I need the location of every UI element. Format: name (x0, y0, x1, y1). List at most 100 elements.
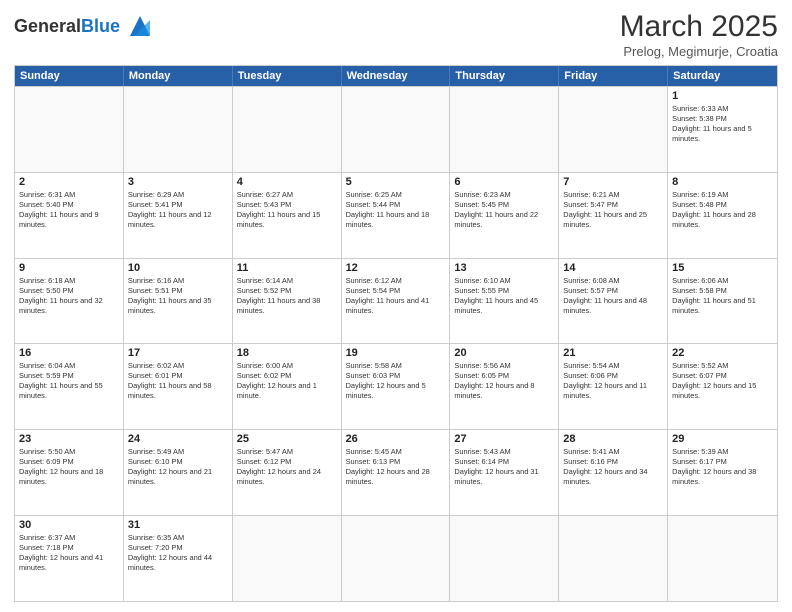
cal-cell: 5Sunrise: 6:25 AM Sunset: 5:44 PM Daylig… (342, 173, 451, 258)
calendar-body: 1 Sunrise: 6:33 AM Sunset: 5:38 PM Daylig… (15, 86, 777, 601)
month-year: March 2025 (620, 10, 778, 44)
sun-info: Sunrise: 6:21 AM Sunset: 5:47 PM Dayligh… (563, 190, 663, 230)
calendar-header: Sunday Monday Tuesday Wednesday Thursday… (15, 66, 777, 86)
day-number: 9 (19, 262, 119, 274)
day-number: 29 (672, 433, 773, 445)
sun-info: Sunrise: 5:56 AM Sunset: 6:05 PM Dayligh… (454, 361, 554, 401)
sun-info: Sunrise: 6:35 AM Sunset: 7:20 PM Dayligh… (128, 533, 228, 573)
cal-cell: 17 Sunrise: 6:02 AM Sunset: 6:01 PM Dayli… (124, 344, 233, 429)
cal-row-3: 16 Sunrise: 6:04 AM Sunset: 5:59 PM Dayli… (15, 343, 777, 429)
cal-cell (233, 87, 342, 172)
cal-cell: 22 Sunrise: 5:52 AM Sunset: 6:07 PM Dayli… (668, 344, 777, 429)
day-number: 19 (346, 347, 446, 359)
sun-info: Sunrise: 5:41 AM Sunset: 6:16 PM Dayligh… (563, 447, 663, 487)
sun-info: Sunrise: 5:54 AM Sunset: 6:06 PM Dayligh… (563, 361, 663, 401)
sun-info: Sunrise: 5:45 AM Sunset: 6:13 PM Dayligh… (346, 447, 446, 487)
cal-cell (450, 516, 559, 601)
day-number: 13 (454, 262, 554, 274)
cal-cell: 3Sunrise: 6:29 AM Sunset: 5:41 PM Daylig… (124, 173, 233, 258)
day-number: 1 (672, 90, 773, 102)
cal-row-0: 1 Sunrise: 6:33 AM Sunset: 5:38 PM Daylig… (15, 86, 777, 172)
sun-info: Sunrise: 6:37 AM Sunset: 7:18 PM Dayligh… (19, 533, 119, 573)
day-number: 23 (19, 433, 119, 445)
cal-cell: 7 Sunrise: 6:21 AM Sunset: 5:47 PM Daylig… (559, 173, 668, 258)
cal-cell: 6Sunrise: 6:23 AM Sunset: 5:45 PM Daylig… (450, 173, 559, 258)
header-sunday: Sunday (15, 66, 124, 86)
day-number: 17 (128, 347, 228, 359)
cal-cell: 4Sunrise: 6:27 AM Sunset: 5:43 PM Daylig… (233, 173, 342, 258)
day-number: 25 (237, 433, 337, 445)
cal-row-2: 9 Sunrise: 6:18 AM Sunset: 5:50 PM Daylig… (15, 258, 777, 344)
day-number: 11 (237, 262, 337, 274)
header-tuesday: Tuesday (233, 66, 342, 86)
header-monday: Monday (124, 66, 233, 86)
sun-info: Sunrise: 5:52 AM Sunset: 6:07 PM Dayligh… (672, 361, 773, 401)
sun-info: Sunrise: 6:10 AM Sunset: 5:55 PM Dayligh… (454, 276, 554, 316)
cal-cell (342, 516, 451, 601)
location: Prelog, Megimurje, Croatia (620, 44, 778, 59)
day-number: 26 (346, 433, 446, 445)
day-number: 28 (563, 433, 663, 445)
sun-info: Sunrise: 6:19 AM Sunset: 5:48 PM Dayligh… (672, 190, 773, 230)
cal-cell: 10Sunrise: 6:16 AM Sunset: 5:51 PM Dayli… (124, 259, 233, 344)
cal-cell: 25Sunrise: 5:47 AM Sunset: 6:12 PM Dayli… (233, 430, 342, 515)
cal-cell: 28 Sunrise: 5:41 AM Sunset: 6:16 PM Dayli… (559, 430, 668, 515)
cal-cell (233, 516, 342, 601)
day-number: 18 (237, 347, 337, 359)
logo-icon (124, 10, 156, 42)
sun-info: Sunrise: 6:16 AM Sunset: 5:51 PM Dayligh… (128, 276, 228, 316)
sun-info: Sunrise: 5:58 AM Sunset: 6:03 PM Dayligh… (346, 361, 446, 401)
day-number: 7 (563, 176, 663, 188)
cal-cell: 21 Sunrise: 5:54 AM Sunset: 6:06 PM Dayli… (559, 344, 668, 429)
sun-info: Sunrise: 6:12 AM Sunset: 5:54 PM Dayligh… (346, 276, 446, 316)
day-number: 21 (563, 347, 663, 359)
cal-cell: 29 Sunrise: 5:39 AM Sunset: 6:17 PM Dayli… (668, 430, 777, 515)
sun-info: Sunrise: 6:27 AM Sunset: 5:43 PM Dayligh… (237, 190, 337, 230)
logo-text: GeneralBlue (14, 17, 120, 36)
cal-row-5: 30 Sunrise: 6:37 AM Sunset: 7:18 PM Dayli… (15, 515, 777, 601)
sun-info: Sunrise: 6:31 AM Sunset: 5:40 PM Dayligh… (19, 190, 119, 230)
cal-cell (668, 516, 777, 601)
cal-cell: 15Sunrise: 6:06 AM Sunset: 5:58 PM Dayli… (668, 259, 777, 344)
day-number: 27 (454, 433, 554, 445)
day-number: 12 (346, 262, 446, 274)
logo: GeneralBlue (14, 10, 156, 42)
cal-cell (559, 87, 668, 172)
day-number: 22 (672, 347, 773, 359)
cal-cell: 9 Sunrise: 6:18 AM Sunset: 5:50 PM Daylig… (15, 259, 124, 344)
cal-cell: 27Sunrise: 5:43 AM Sunset: 6:14 PM Dayli… (450, 430, 559, 515)
day-number: 31 (128, 519, 228, 531)
sun-info: Sunrise: 6:33 AM Sunset: 5:38 PM Dayligh… (672, 104, 773, 144)
sun-info: Sunrise: 5:39 AM Sunset: 6:17 PM Dayligh… (672, 447, 773, 487)
day-number: 8 (672, 176, 773, 188)
calendar: Sunday Monday Tuesday Wednesday Thursday… (14, 65, 778, 602)
header: GeneralBlue March 2025 Prelog, Megimurje… (14, 10, 778, 59)
day-number: 3 (128, 176, 228, 188)
cal-cell: 31 Sunrise: 6:35 AM Sunset: 7:20 PM Dayli… (124, 516, 233, 601)
cal-cell (15, 87, 124, 172)
header-wednesday: Wednesday (342, 66, 451, 86)
cal-row-1: 2 Sunrise: 6:31 AM Sunset: 5:40 PM Daylig… (15, 172, 777, 258)
sun-info: Sunrise: 6:00 AM Sunset: 6:02 PM Dayligh… (237, 361, 337, 401)
day-number: 15 (672, 262, 773, 274)
cal-cell: 11Sunrise: 6:14 AM Sunset: 5:52 PM Dayli… (233, 259, 342, 344)
cal-cell (559, 516, 668, 601)
header-friday: Friday (559, 66, 668, 86)
day-number: 2 (19, 176, 119, 188)
cal-cell: 8 Sunrise: 6:19 AM Sunset: 5:48 PM Daylig… (668, 173, 777, 258)
cal-cell: 16 Sunrise: 6:04 AM Sunset: 5:59 PM Dayli… (15, 344, 124, 429)
sun-info: Sunrise: 6:02 AM Sunset: 6:01 PM Dayligh… (128, 361, 228, 401)
cal-cell: 19 Sunrise: 5:58 AM Sunset: 6:03 PM Dayli… (342, 344, 451, 429)
sun-info: Sunrise: 5:50 AM Sunset: 6:09 PM Dayligh… (19, 447, 119, 487)
page: GeneralBlue March 2025 Prelog, Megimurje… (0, 0, 792, 612)
header-thursday: Thursday (450, 66, 559, 86)
header-saturday: Saturday (668, 66, 777, 86)
day-number: 30 (19, 519, 119, 531)
sun-info: Sunrise: 6:18 AM Sunset: 5:50 PM Dayligh… (19, 276, 119, 316)
sun-info: Sunrise: 6:04 AM Sunset: 5:59 PM Dayligh… (19, 361, 119, 401)
cal-cell (450, 87, 559, 172)
sun-info: Sunrise: 6:25 AM Sunset: 5:44 PM Dayligh… (346, 190, 446, 230)
logo-general: GeneralBlue (14, 17, 120, 36)
day-number: 16 (19, 347, 119, 359)
cal-cell: 20Sunrise: 5:56 AM Sunset: 6:05 PM Dayli… (450, 344, 559, 429)
